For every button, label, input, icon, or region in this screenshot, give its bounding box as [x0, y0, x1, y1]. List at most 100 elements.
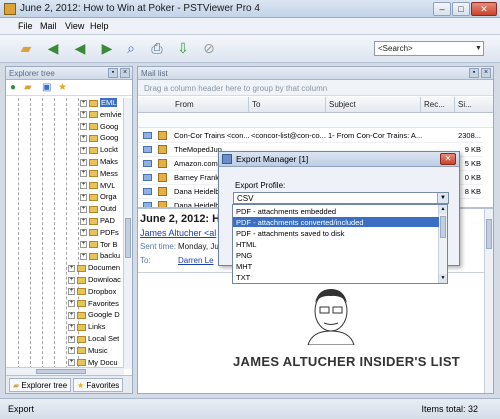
- expand-icon[interactable]: +: [80, 99, 87, 107]
- expand-icon[interactable]: +: [68, 311, 75, 319]
- tree-node[interactable]: + backu: [80, 251, 120, 262]
- refresh-icon[interactable]: ●: [10, 82, 16, 93]
- menu-mail[interactable]: Mail: [40, 21, 57, 31]
- tree-node[interactable]: + Links: [68, 322, 106, 333]
- preview-from[interactable]: James Altucher <al: [140, 228, 216, 238]
- to-value[interactable]: Darren Le: [178, 256, 214, 265]
- menu-file[interactable]: File: [18, 21, 33, 31]
- expand-icon[interactable]: +: [68, 300, 75, 308]
- expand-icon[interactable]: +: [80, 217, 87, 225]
- options-scrollbar[interactable]: ▲ ▼: [438, 205, 447, 283]
- tree-node[interactable]: + Documen: [68, 263, 120, 274]
- expand-icon[interactable]: +: [80, 193, 87, 201]
- expand-icon[interactable]: +: [68, 264, 75, 272]
- menu-view[interactable]: View: [65, 21, 84, 31]
- expand-icon[interactable]: +: [80, 123, 87, 131]
- pin-icon[interactable]: ▪: [469, 68, 479, 78]
- pin-icon[interactable]: ▪: [108, 68, 118, 78]
- expand-icon[interactable]: +: [68, 359, 75, 367]
- export-profile-select[interactable]: CSV ▼: [233, 192, 449, 204]
- forward-icon[interactable]: ▶: [96, 38, 118, 60]
- search-input[interactable]: <Search>: [374, 41, 484, 56]
- tree-node[interactable]: + PAD: [80, 216, 115, 227]
- col-subject[interactable]: Subject: [329, 100, 356, 109]
- expand-icon[interactable]: +: [80, 182, 87, 190]
- col-to[interactable]: To: [252, 100, 260, 109]
- star-icon[interactable]: ★: [58, 82, 67, 93]
- explorer-panel: Explorer tree ▪ × ● ▰ ▣ ★ + EML + emlvie + Go…: [5, 66, 133, 394]
- expand-icon[interactable]: +: [68, 288, 75, 296]
- tree-node[interactable]: + Outd: [80, 204, 116, 215]
- tree-node[interactable]: + emlvie: [80, 110, 122, 121]
- expand-icon[interactable]: +: [80, 146, 87, 154]
- export-profile-option[interactable]: TXT: [233, 272, 439, 282]
- tree-node[interactable]: + Favorites: [68, 299, 119, 310]
- panel-close-icon[interactable]: ×: [481, 68, 491, 78]
- panel-close-icon[interactable]: ×: [120, 68, 130, 78]
- expand-icon[interactable]: +: [68, 347, 75, 355]
- scroll-down-icon[interactable]: ▼: [439, 274, 447, 283]
- tree-node[interactable]: + Music: [68, 346, 108, 357]
- column-header: From To Subject Rec... Si...: [138, 97, 493, 113]
- stop-icon[interactable]: ⊘: [198, 38, 220, 60]
- dialog-close-button[interactable]: ✕: [440, 153, 456, 165]
- export-icon[interactable]: ⇩: [172, 38, 194, 60]
- print-icon[interactable]: ⎙: [146, 38, 168, 60]
- minimize-button[interactable]: –: [433, 2, 451, 16]
- expand-icon[interactable]: +: [80, 111, 87, 119]
- open-folder-icon[interactable]: ▰: [15, 38, 37, 60]
- tree-node[interactable]: + Goog: [80, 133, 118, 144]
- expand-icon[interactable]: +: [80, 252, 87, 260]
- expand-icon[interactable]: +: [68, 323, 75, 331]
- col-from[interactable]: From: [175, 100, 194, 109]
- expand-icon[interactable]: +: [80, 158, 87, 166]
- chevron-down-icon[interactable]: ▼: [437, 193, 448, 203]
- folder-icon[interactable]: ▰: [24, 82, 32, 93]
- tree-node[interactable]: + Maks: [80, 157, 118, 168]
- expand-icon[interactable]: +: [80, 241, 87, 249]
- col-size[interactable]: Si...: [458, 100, 472, 109]
- explorer-vscroll[interactable]: [123, 98, 132, 369]
- search-folder-icon[interactable]: ⌕: [120, 38, 142, 60]
- expand-icon[interactable]: +: [80, 170, 87, 178]
- tree-node[interactable]: + EML: [80, 98, 118, 109]
- explorer-hscroll[interactable]: [6, 367, 124, 375]
- tree-node[interactable]: + Local Set: [68, 334, 119, 345]
- menu-help[interactable]: Help: [90, 21, 109, 31]
- export-profile-option[interactable]: PDF - attachments converted/included: [233, 217, 439, 227]
- expand-icon[interactable]: +: [80, 134, 87, 142]
- scroll-up-icon[interactable]: ▲: [439, 205, 447, 214]
- expand-icon[interactable]: +: [80, 229, 87, 237]
- col-received[interactable]: Rec...: [424, 100, 445, 109]
- tree-node[interactable]: + Downloac: [68, 275, 121, 286]
- tree-node[interactable]: + MVL: [80, 181, 115, 192]
- tree-node[interactable]: + Lockt: [80, 145, 118, 156]
- view-icon[interactable]: ▣: [42, 82, 51, 93]
- table-row[interactable]: Con-Cor Trains <con... <concor-list@con-c…: [138, 129, 483, 143]
- export-profile-option[interactable]: PDF - attachments saved to disk: [233, 228, 439, 238]
- tree-node[interactable]: + Mess: [80, 169, 118, 180]
- tab-favorites[interactable]: ★ Favorites: [73, 378, 124, 392]
- reply-all-icon[interactable]: ◀: [69, 38, 91, 60]
- tree-node-label: Music: [88, 345, 108, 355]
- tree-node[interactable]: + Dropbox: [68, 287, 116, 298]
- back-icon[interactable]: ◀: [42, 38, 64, 60]
- search-dropdown-icon[interactable]: ▼: [473, 41, 484, 56]
- export-profile-option[interactable]: MHT: [233, 261, 439, 271]
- tree-node[interactable]: + Goog: [80, 122, 118, 133]
- maximize-button[interactable]: □: [452, 2, 470, 16]
- tree-node[interactable]: + Google D: [68, 310, 120, 321]
- filter-row[interactable]: [138, 114, 493, 128]
- export-profile-option[interactable]: PDF - attachments embedded: [233, 206, 439, 216]
- close-button[interactable]: ✕: [471, 2, 497, 16]
- expand-icon[interactable]: +: [80, 205, 87, 213]
- export-profile-option[interactable]: HTML: [233, 239, 439, 249]
- tree-node[interactable]: + Tor B: [80, 240, 118, 251]
- tree-node[interactable]: + PDFs: [80, 228, 119, 239]
- export-profile-option[interactable]: PNG: [233, 250, 439, 260]
- expand-icon[interactable]: +: [68, 335, 75, 343]
- preview-vscroll[interactable]: [484, 209, 493, 393]
- expand-icon[interactable]: +: [68, 276, 75, 284]
- tree-node[interactable]: + Orga: [80, 192, 117, 203]
- tab-explorer-tree[interactable]: ▰ Explorer tree: [9, 378, 72, 392]
